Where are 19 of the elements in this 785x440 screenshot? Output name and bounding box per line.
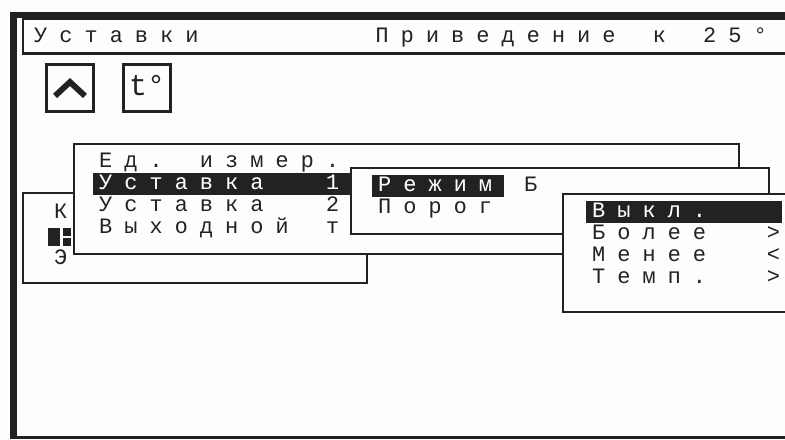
- menu-item[interactable]: Порог: [372, 197, 504, 219]
- menu-item-value: >: [766, 223, 781, 245]
- menu-item[interactable]: Более: [586, 223, 718, 245]
- panel-text: Э: [54, 248, 80, 270]
- temperature-button[interactable]: t°: [122, 63, 172, 113]
- block-icon: [48, 226, 72, 248]
- mode-label: Приведение к 25°: [375, 26, 779, 48]
- up-button[interactable]: [45, 63, 95, 113]
- screen-title: Уставки: [34, 26, 210, 48]
- menu-item-value: >: [766, 267, 781, 289]
- menu-item[interactable]: Темп.: [586, 267, 718, 289]
- menu-item-value: Б: [524, 175, 550, 197]
- menu-item[interactable]: Ед. измер.: [93, 151, 359, 173]
- menu-item[interactable]: Режим: [372, 175, 504, 197]
- menu-item[interactable]: Выкл.: [586, 201, 782, 223]
- menu-item-value: <: [766, 245, 781, 267]
- caret-up-icon: [53, 78, 87, 98]
- menu-item[interactable]: Менее: [586, 245, 718, 267]
- panel-text: К: [54, 202, 80, 224]
